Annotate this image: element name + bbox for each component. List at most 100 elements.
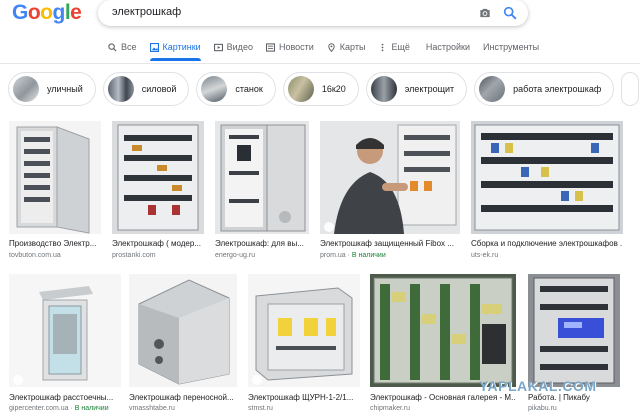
product-tag-icon xyxy=(252,375,262,385)
result-source[interactable]: pikabu.ru xyxy=(528,405,557,412)
search-box[interactable]: электрошкаф xyxy=(98,0,528,26)
header-divider xyxy=(0,63,640,64)
cabinet-image xyxy=(9,274,121,387)
result-source[interactable]: chipmaker.ru xyxy=(370,405,410,412)
chip-related-search[interactable]: электрощит xyxy=(365,72,468,106)
tab-images[interactable]: Картинки xyxy=(149,38,201,61)
result-source[interactable]: prom.ua · В наличии xyxy=(320,252,386,259)
result-source[interactable]: tovbuton.com.ua xyxy=(9,252,61,259)
video-icon xyxy=(213,43,223,51)
chip-label: работа электрошкаф xyxy=(513,84,602,94)
image-result[interactable]: Электрошкаф: для вы... energo-ug.ru xyxy=(215,121,309,261)
chip-thumbnail xyxy=(13,76,39,102)
chip-thumbnail xyxy=(287,76,314,102)
logo-letter: o xyxy=(27,1,41,24)
tab-label: Инструменты xyxy=(483,42,540,52)
result-thumbnail[interactable] xyxy=(129,274,237,387)
result-caption[interactable]: Сборка и подключение электрошкафов ... xyxy=(471,239,623,248)
cabinet-image xyxy=(129,274,237,387)
logo-letter: o xyxy=(40,1,53,24)
related-chips: уличный силовой станок 16к20 электрощит … xyxy=(8,72,640,108)
tab-label: Карты xyxy=(339,42,366,52)
cabinet-image xyxy=(370,274,516,387)
search-input[interactable]: электрошкаф xyxy=(112,6,181,18)
chip-related-search[interactable]: 16к20 xyxy=(282,72,359,106)
result-source-domain: gipercenter.com.ua xyxy=(9,405,69,412)
chip-related-search[interactable]: станок xyxy=(196,72,276,106)
image-result[interactable]: Электрошкаф защищенный Fibox ... prom.ua… xyxy=(320,121,460,261)
image-result[interactable]: Производство Электр... tovbuton.com.ua xyxy=(9,121,101,261)
image-result[interactable]: Электрошкаф ЩУРН-1-2/1... stmst.ru xyxy=(248,274,360,415)
cabinet-image xyxy=(248,274,360,387)
result-thumbnail[interactable] xyxy=(112,121,204,234)
result-thumbnail[interactable] xyxy=(9,121,101,234)
in-stock-label: В наличии xyxy=(74,405,109,412)
result-thumbnail[interactable] xyxy=(9,274,121,387)
google-logo[interactable]: Google xyxy=(12,1,82,25)
tab-all[interactable]: Все xyxy=(108,38,137,56)
image-result[interactable]: Электрошкаф переносной... vmasshtabe.ru xyxy=(129,274,237,415)
result-thumbnail[interactable] xyxy=(320,121,460,234)
result-caption[interactable]: Работа. | Пикабу xyxy=(528,393,620,402)
in-stock-label: В наличии xyxy=(351,252,386,259)
result-caption[interactable]: Электрошкаф переносной... xyxy=(129,393,237,402)
result-thumbnail[interactable] xyxy=(528,274,620,387)
chip-label: силовой xyxy=(141,84,177,94)
chip-thumbnail xyxy=(479,76,506,102)
product-tag-icon xyxy=(324,222,334,232)
image-result[interactable]: Сборка и подключение электрошкафов ... u… xyxy=(471,121,623,261)
camera-icon[interactable] xyxy=(478,6,492,20)
tab-settings[interactable]: Настройки xyxy=(426,38,470,56)
search-tabs: Все Картинки Видео Новости Карты Ещё Нас… xyxy=(108,38,552,61)
product-tag-icon xyxy=(13,375,23,385)
cabinet-image xyxy=(16,126,90,234)
result-source[interactable]: vmasshtabe.ru xyxy=(129,405,175,412)
result-source[interactable]: energo-ug.ru xyxy=(215,252,255,259)
chip-related-search[interactable]: силовой xyxy=(102,72,190,106)
logo-letter: e xyxy=(70,1,82,24)
search-icon[interactable] xyxy=(502,5,518,21)
image-icon xyxy=(149,42,159,52)
result-thumbnail[interactable] xyxy=(215,121,309,234)
result-source[interactable]: prostanki.com xyxy=(112,252,156,259)
tab-label: Новости xyxy=(278,42,314,52)
result-thumbnail[interactable] xyxy=(248,274,360,387)
tab-label: Настройки xyxy=(425,42,471,52)
tab-maps[interactable]: Карты xyxy=(327,38,366,56)
result-caption[interactable]: Электрошкаф - Основная галерея - М... xyxy=(370,393,516,402)
result-thumbnail[interactable] xyxy=(370,274,516,387)
image-result[interactable]: Электрошкаф расстоечны... gipercenter.co… xyxy=(9,274,121,415)
chip-label: электрощит xyxy=(404,84,455,94)
chip-thumbnail xyxy=(370,76,397,102)
tab-news[interactable]: Новости xyxy=(265,38,314,56)
tab-label: Все xyxy=(121,42,137,52)
tab-tools[interactable]: Инструменты xyxy=(483,38,539,56)
cabinet-image xyxy=(528,274,620,387)
result-source[interactable]: stmst.ru xyxy=(248,405,273,412)
chip-label: станок xyxy=(235,84,263,94)
result-source[interactable]: uts-ek.ru xyxy=(471,252,498,259)
result-caption[interactable]: Электрошкаф ( модер... xyxy=(112,239,204,248)
technician-image xyxy=(320,121,460,234)
logo-letter: G xyxy=(12,1,28,24)
result-caption[interactable]: Производство Электр... xyxy=(9,239,101,248)
result-caption[interactable]: Электрошкаф ЩУРН-1-2/1... xyxy=(248,393,360,402)
tab-label: Ещё xyxy=(391,42,410,52)
tab-video[interactable]: Видео xyxy=(213,38,253,56)
result-source-domain: prom.ua xyxy=(320,252,346,259)
image-result[interactable]: Электрошкаф ( модер... prostanki.com xyxy=(112,121,204,261)
logo-letter: g xyxy=(52,1,66,24)
result-thumbnail[interactable] xyxy=(471,121,623,234)
result-source[interactable]: gipercenter.com.ua · В наличии xyxy=(9,405,109,412)
result-caption[interactable]: Электрошкаф защищенный Fibox ... xyxy=(320,239,460,248)
map-pin-icon xyxy=(328,42,335,52)
tab-more[interactable]: Ещё xyxy=(378,38,410,56)
result-caption[interactable]: Электрошкаф расстоечны... xyxy=(9,393,121,402)
result-caption[interactable]: Электрошкаф: для вы... xyxy=(215,239,309,248)
chip-related-search-partial[interactable] xyxy=(621,72,640,106)
chip-related-search[interactable]: работа электрошкаф xyxy=(474,72,615,106)
news-icon xyxy=(265,42,275,52)
chip-related-search[interactable]: уличный xyxy=(8,72,96,106)
chip-thumbnail xyxy=(201,76,228,102)
search-icon xyxy=(108,42,117,52)
